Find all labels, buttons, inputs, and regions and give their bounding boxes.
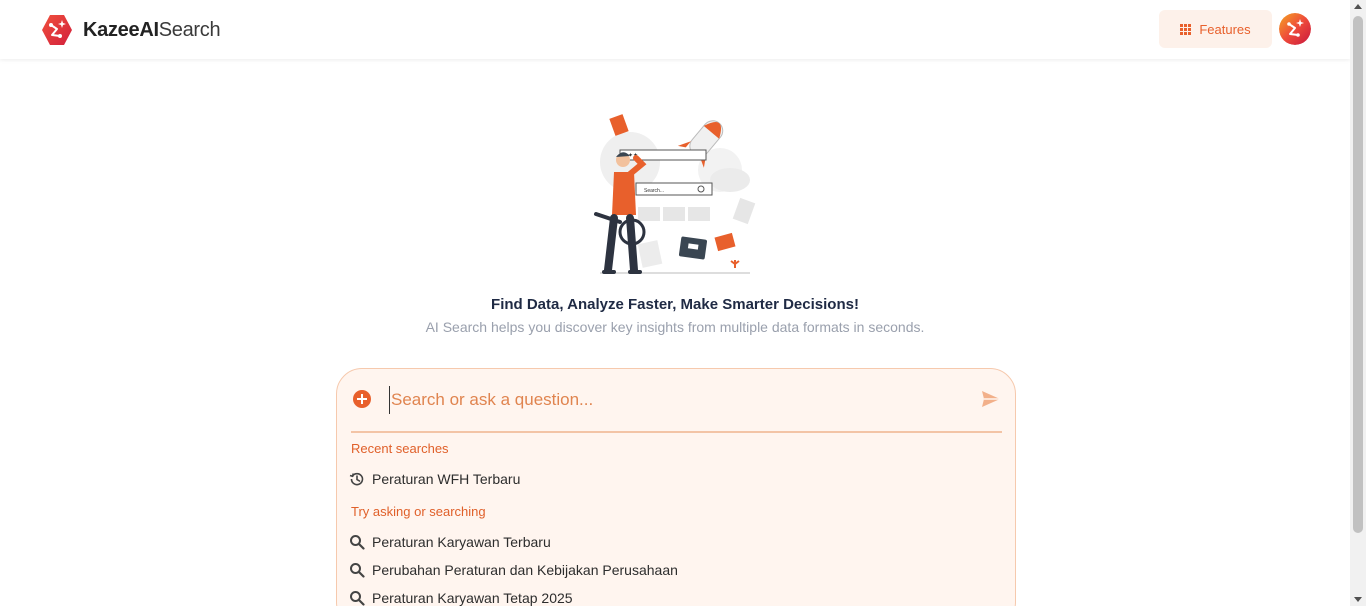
plus-circle-icon[interactable] (353, 390, 371, 408)
hero-headline: Find Data, Analyze Faster, Make Smarter … (491, 296, 859, 313)
features-button[interactable]: Features (1159, 10, 1272, 48)
search-icon (350, 563, 365, 578)
features-label: Features (1199, 21, 1251, 37)
send-icon[interactable] (981, 390, 1001, 408)
grid-dots-icon (1180, 23, 1192, 35)
brand-name: KazeeAISearch (83, 18, 221, 42)
brand-name-bold: KazeeAI (83, 18, 159, 41)
search-divider (351, 431, 1002, 433)
page: KazeeAISearch Features ✦✦✦ Search... Fin… (0, 0, 1366, 606)
recent-searches-label: Recent searches (351, 441, 449, 456)
recent-search-text: Peraturan WFH Terbaru (372, 471, 521, 487)
hero-subline: AI Search helps you discover key insight… (425, 319, 925, 335)
scroll-up-arrow-icon[interactable] (1354, 4, 1362, 9)
search-input[interactable] (389, 386, 969, 414)
brand[interactable]: KazeeAISearch (40, 13, 221, 47)
history-icon (349, 472, 364, 486)
try-asking-label: Try asking or searching (351, 504, 486, 519)
search-icon (350, 591, 365, 606)
search-illustration: ✦✦✦ Search... (594, 114, 756, 274)
suggestion-item[interactable]: Perubahan Peraturan dan Kebijakan Perusa… (349, 559, 678, 581)
suggestion-text: Peraturan Karyawan Tetap 2025 (372, 590, 573, 606)
scrollbar-thumb[interactable] (1353, 16, 1363, 533)
top-navbar: KazeeAISearch Features (0, 0, 1350, 59)
suggestion-item[interactable]: Peraturan Karyawan Tetap 2025 (349, 587, 573, 606)
suggestion-item[interactable]: Peraturan Karyawan Terbaru (349, 531, 551, 553)
vertical-scrollbar[interactable] (1350, 0, 1366, 606)
suggestion-text: Peraturan Karyawan Terbaru (372, 534, 551, 550)
illustration-search-text: Search... (644, 188, 664, 194)
search-panel: Recent searches Peraturan WFH Terbaru Tr… (336, 368, 1016, 606)
kazee-logo-icon (42, 15, 72, 45)
search-icon (350, 535, 365, 550)
user-avatar-icon[interactable] (1279, 13, 1311, 45)
suggestion-text: Perubahan Peraturan dan Kebijakan Perusa… (372, 562, 678, 578)
recent-search-item[interactable]: Peraturan WFH Terbaru (349, 468, 520, 490)
brand-name-light: Search (158, 18, 221, 41)
scroll-down-arrow-icon[interactable] (1354, 597, 1362, 602)
